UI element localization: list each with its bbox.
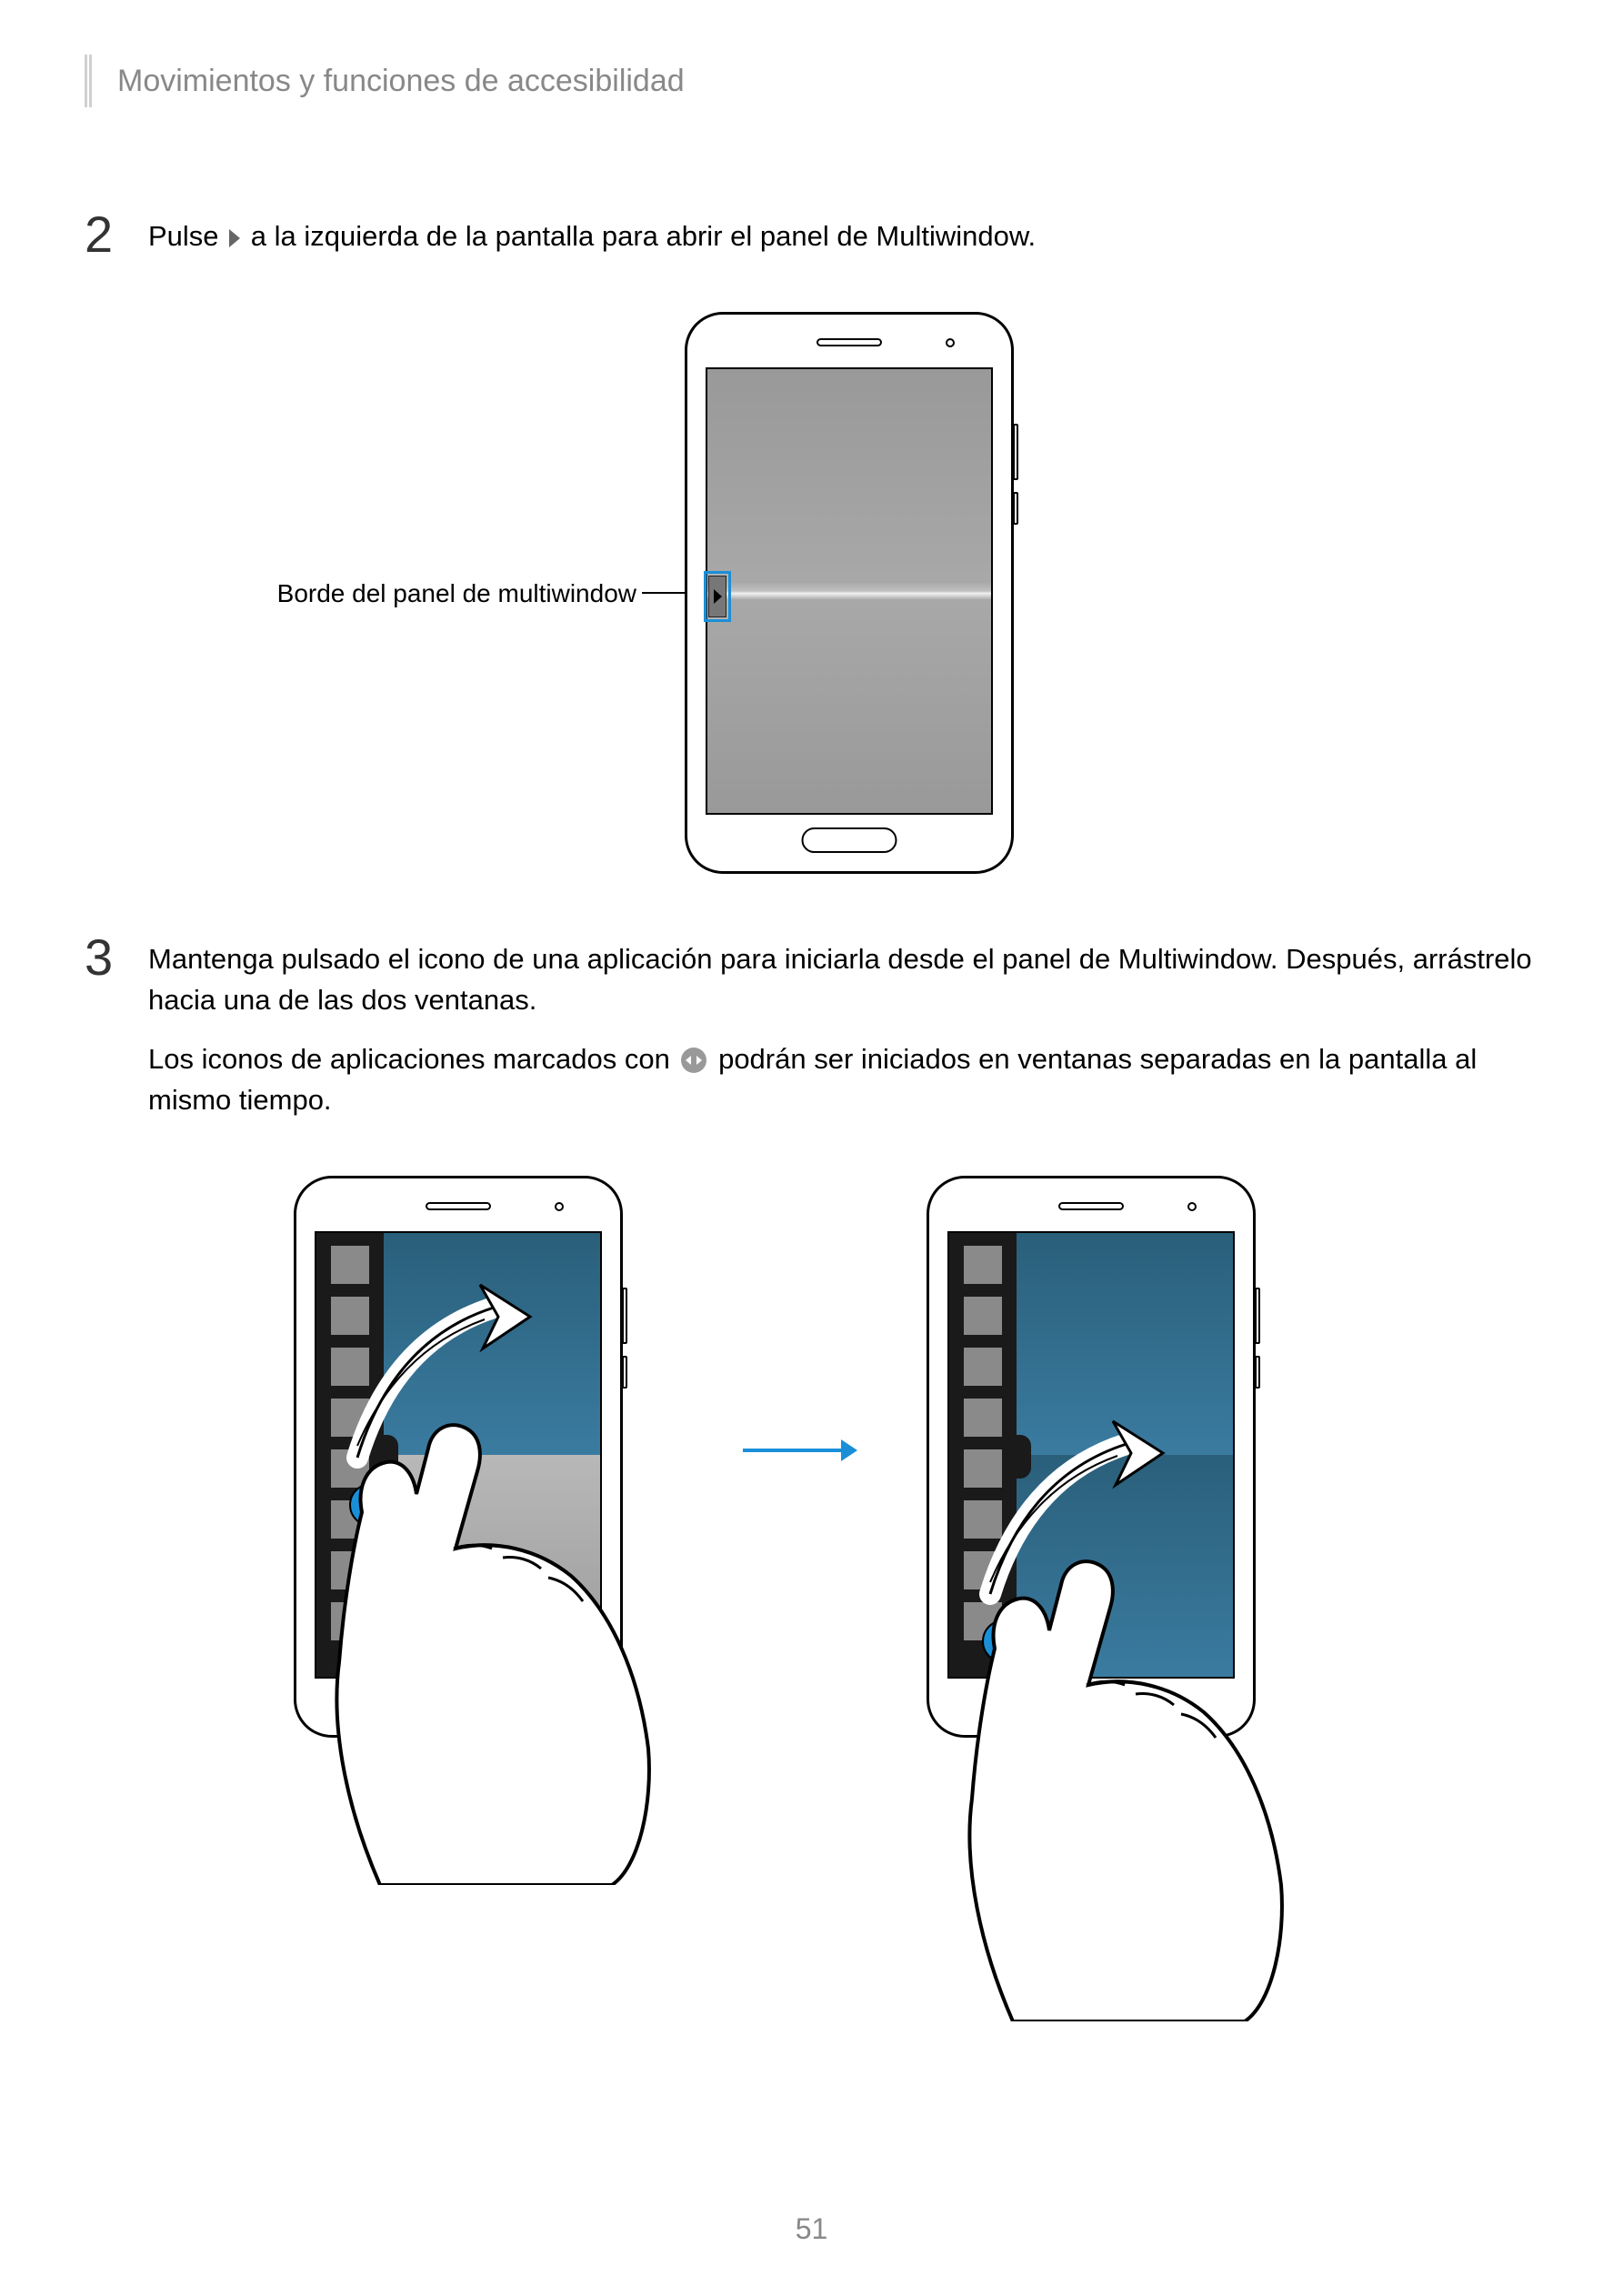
callout-line <box>642 592 685 594</box>
tray-app-icon <box>331 1449 369 1488</box>
tray-app-icon <box>964 1449 1002 1488</box>
selected-app-icon <box>349 1483 393 1527</box>
tray-app-icon <box>331 1246 369 1284</box>
side-button-icon <box>622 1356 627 1389</box>
tray-app-icon <box>964 1500 1002 1539</box>
speaker-icon <box>1058 1202 1124 1210</box>
speaker-icon <box>817 338 882 346</box>
header-mark-icon <box>85 55 92 107</box>
tray-app-icon <box>964 1551 1002 1589</box>
page-number: 51 <box>796 2212 828 2246</box>
camera-dot-icon <box>555 1202 564 1211</box>
home-button-icon <box>802 827 897 853</box>
side-button-icon <box>1013 424 1018 480</box>
tray-app-icon <box>964 1399 1002 1437</box>
tray-handle-icon <box>1017 1435 1031 1479</box>
camera-dot-icon <box>1187 1202 1197 1211</box>
app-tray <box>949 1233 1017 1677</box>
callout-label: Borde del panel de multiwindow <box>200 579 636 608</box>
phone-screen <box>315 1231 602 1679</box>
tray-app-icon <box>964 1348 1002 1386</box>
page-header: Movimientos y funciones de accesibilidad <box>85 55 1541 107</box>
tray-app-icon <box>331 1602 369 1640</box>
header-title: Movimientos y funciones de accesibilidad <box>117 64 685 99</box>
side-button-icon <box>1255 1288 1260 1344</box>
phone-screen <box>706 367 993 815</box>
tray-app-icon <box>964 1246 1002 1284</box>
step-2: 2 Pulse a la izquierda de la pantalla pa… <box>77 216 1541 276</box>
app-tray <box>316 1233 384 1677</box>
camera-dot-icon <box>946 338 955 347</box>
step3-paragraph-1: Mantenga pulsado el icono de una aplicac… <box>148 939 1541 1021</box>
step-number: 3 <box>85 932 148 1139</box>
figure-drag-app <box>70 1176 1534 1894</box>
tray-app-icon <box>331 1399 369 1437</box>
phone-illustration-left <box>294 1176 623 1738</box>
speaker-icon <box>426 1202 491 1210</box>
tray-handle-icon <box>384 1435 398 1479</box>
tray-app-icon <box>331 1551 369 1589</box>
phone-illustration <box>685 312 1014 874</box>
step2-text-b: a la izquierda de la pantalla para abrir… <box>251 220 1036 252</box>
selected-app-icon <box>982 1619 1026 1663</box>
tray-app-icon <box>964 1297 1002 1335</box>
multiwindow-handle-highlight <box>704 571 731 622</box>
side-button-icon <box>1013 492 1018 525</box>
home-button-icon <box>411 1691 506 1717</box>
side-button-icon <box>1255 1356 1260 1389</box>
step3-text-a: Los iconos de aplicaciones marcados con <box>148 1043 677 1075</box>
phone-screen <box>947 1231 1235 1679</box>
side-button-icon <box>622 1288 627 1344</box>
step-3: 3 Mantenga pulsado el icono de una aplic… <box>77 939 1541 1139</box>
step2-text-a: Pulse <box>148 220 226 252</box>
tray-app-icon <box>331 1297 369 1335</box>
transition-arrow-icon <box>743 1449 843 1452</box>
home-button-icon <box>1044 1691 1139 1717</box>
step-number: 2 <box>85 209 148 276</box>
step-body: Mantenga pulsado el icono de una aplicac… <box>148 939 1541 1139</box>
tray-app-icon <box>331 1348 369 1386</box>
multiwindow-handle-icon <box>708 576 726 617</box>
dual-window-capable-icon <box>681 1048 706 1073</box>
step-body: Pulse a la izquierda de la pantalla para… <box>148 216 1541 276</box>
phone-illustration-right <box>927 1176 1256 1738</box>
figure-multiwindow-handle: Borde del panel de multiwindow <box>77 312 1541 894</box>
chevron-right-icon <box>229 229 240 247</box>
